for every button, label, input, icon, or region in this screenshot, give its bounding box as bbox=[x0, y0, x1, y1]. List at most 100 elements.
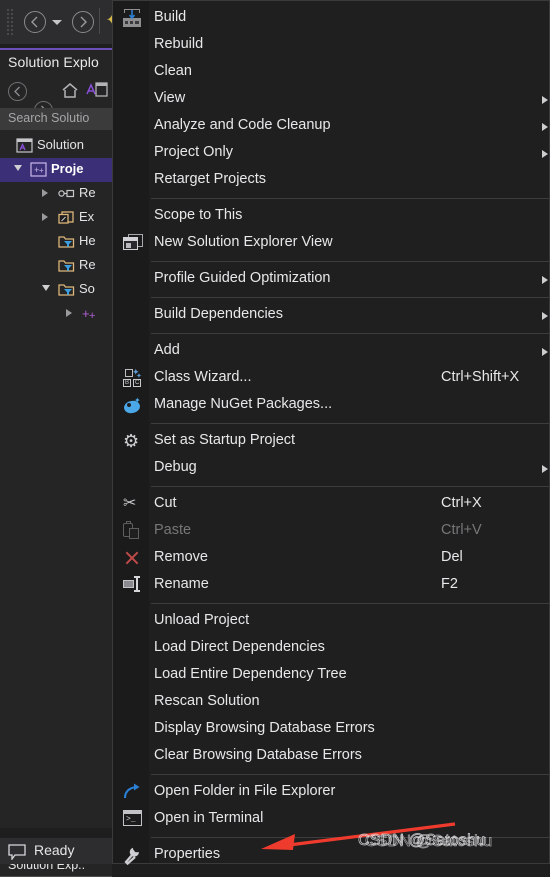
menu-item-label: Open in Terminal bbox=[154, 810, 264, 826]
menu-item-scope-to-this[interactable]: Scope to This bbox=[114, 203, 549, 230]
menu-item-open-folder-in-file-explorer[interactable]: Open Folder in File Explorer bbox=[114, 779, 549, 806]
menu-item-unload-project[interactable]: Unload Project bbox=[114, 608, 549, 635]
tree-item[interactable]: Re bbox=[0, 254, 112, 278]
menu-item-cut[interactable]: ✂ Cut Ctrl+X bbox=[114, 491, 549, 518]
menu-item-rescan-solution[interactable]: Rescan Solution bbox=[114, 689, 549, 716]
menu-item-load-direct-dependencies[interactable]: Load Direct Dependencies bbox=[114, 635, 549, 662]
tree-item[interactable]: Ex bbox=[0, 206, 112, 230]
menu-item-label: Build Dependencies bbox=[154, 306, 283, 322]
menu-item-label: Project Only bbox=[154, 144, 233, 160]
menu-item-label: Load Entire Dependency Tree bbox=[154, 666, 347, 682]
menu-item-clear-browsing-database-errors[interactable]: Clear Browsing Database Errors bbox=[114, 743, 549, 770]
tree-item[interactable]: He bbox=[0, 230, 112, 254]
menu-item-view[interactable]: View bbox=[114, 86, 549, 113]
search-placeholder-text: Search Solutio bbox=[8, 111, 90, 125]
menu-item-retarget-projects[interactable]: Retarget Projects bbox=[114, 167, 549, 194]
svg-text:+: + bbox=[89, 310, 95, 321]
menu-separator bbox=[151, 297, 549, 298]
chevron-right-icon[interactable] bbox=[42, 213, 48, 221]
menu-item-profile-guided-optimization[interactable]: Profile Guided Optimization bbox=[114, 266, 549, 293]
menu-item-shortcut: F2 bbox=[441, 576, 458, 592]
solution-explorer-panel: Solution Explo Search Solutio Solution +… bbox=[0, 48, 112, 877]
tree-item[interactable]: So bbox=[0, 278, 112, 302]
chevron-down-icon[interactable] bbox=[42, 285, 50, 291]
menu-separator bbox=[151, 774, 549, 775]
menu-item-label: Scope to This bbox=[154, 207, 243, 223]
menu-item-add[interactable]: Add bbox=[114, 338, 549, 365]
menu-item-display-browsing-database-errors[interactable]: Display Browsing Database Errors bbox=[114, 716, 549, 743]
menu-item-label: Remove bbox=[154, 549, 208, 565]
menu-item-icon-wrap bbox=[123, 576, 143, 596]
se-solution-view-button[interactable] bbox=[86, 82, 108, 104]
menu-item-class-wizard[interactable]: ✦ ✦ B C Class Wizard... Ctrl+Shift+X bbox=[114, 365, 549, 392]
toolbar-separator bbox=[99, 8, 100, 34]
submenu-chevron-right-icon bbox=[542, 96, 548, 104]
tree-item[interactable]: Re bbox=[0, 182, 112, 206]
menu-item-set-as-startup-project[interactable]: ⚙ Set as Startup Project bbox=[114, 428, 549, 455]
menu-item-icon-wrap: ⚙ bbox=[123, 432, 143, 452]
chevron-down-icon[interactable] bbox=[14, 165, 22, 171]
tree-item[interactable]: + + Proje bbox=[0, 158, 112, 182]
chevron-right-icon[interactable] bbox=[66, 309, 72, 317]
toolbar-drag-grip[interactable] bbox=[6, 8, 14, 36]
gear-icon: ⚙ bbox=[123, 431, 140, 451]
menu-item-icon-wrap: ✦ bbox=[122, 396, 143, 416]
solution-explorer-toolbar bbox=[0, 78, 112, 120]
menu-item-rename[interactable]: Rename F2 bbox=[114, 572, 549, 599]
menu-item-build[interactable]: Build bbox=[114, 5, 549, 32]
menu-item-project-only[interactable]: Project Only bbox=[114, 140, 549, 167]
menu-item-icon-wrap bbox=[123, 521, 143, 542]
cpp-file-icon: + + bbox=[82, 306, 95, 321]
chevron-right-icon[interactable] bbox=[42, 189, 48, 197]
submenu-chevron-right-icon bbox=[542, 276, 548, 284]
tree-item[interactable]: Solution bbox=[0, 134, 112, 158]
menu-item-analyze-and-code-cleanup[interactable]: Analyze and Code Cleanup bbox=[114, 113, 549, 140]
menu-item-label: Clean bbox=[154, 63, 192, 79]
menu-item-rebuild[interactable]: Rebuild bbox=[114, 32, 549, 59]
menu-item-load-entire-dependency-tree[interactable]: Load Entire Dependency Tree bbox=[114, 662, 549, 689]
menu-separator bbox=[151, 423, 549, 424]
menu-item-label: Cut bbox=[154, 495, 177, 511]
filter-folder-icon bbox=[58, 260, 75, 272]
navigate-backward-dropdown[interactable] bbox=[52, 20, 62, 25]
se-back-button[interactable] bbox=[8, 82, 27, 101]
menu-item-build-dependencies[interactable]: Build Dependencies bbox=[114, 302, 549, 329]
filter-folder-icon bbox=[58, 284, 75, 296]
menu-item-label: Properties bbox=[154, 846, 221, 862]
menu-item-icon-wrap: ✂ bbox=[123, 495, 143, 515]
window-icon bbox=[123, 234, 143, 251]
callout-icon bbox=[8, 844, 26, 860]
menu-item-label: Rescan Solution bbox=[154, 693, 260, 709]
navigate-backward-button[interactable] bbox=[24, 11, 46, 33]
menu-item-icon-wrap bbox=[123, 783, 143, 803]
menu-separator bbox=[151, 198, 549, 199]
menu-item-label: Retarget Projects bbox=[154, 171, 267, 187]
solution-tree: Solution + + Proje Re Ex He Re So + + bbox=[0, 134, 112, 326]
tree-item[interactable]: + + bbox=[0, 302, 112, 326]
submenu-chevron-right-icon bbox=[542, 312, 548, 320]
status-text: Ready bbox=[34, 842, 75, 858]
project-context-menu: Build Rebuild Clean View Analyze and Code Cl… bbox=[112, 0, 550, 866]
rename-icon bbox=[123, 576, 142, 592]
menu-item-clean[interactable]: Clean bbox=[114, 59, 549, 86]
menu-item-icon-wrap bbox=[123, 234, 143, 254]
menu-item-icon-wrap: >_ bbox=[123, 810, 143, 830]
paste-icon bbox=[123, 521, 140, 540]
menu-separator bbox=[151, 333, 549, 334]
menu-item-label: Load Direct Dependencies bbox=[154, 639, 325, 655]
search-solution-input[interactable]: Search Solutio bbox=[0, 108, 112, 130]
se-home-button[interactable] bbox=[60, 81, 80, 105]
navigate-forward-button[interactable] bbox=[72, 11, 94, 33]
menu-item-manage-nuget-packages[interactable]: ✦ Manage NuGet Packages... bbox=[114, 392, 549, 419]
menu-item-label: View bbox=[154, 90, 186, 106]
terminal-icon: >_ bbox=[123, 810, 142, 826]
build-icon bbox=[123, 9, 141, 27]
menu-item-open-in-terminal[interactable]: >_ Open in Terminal bbox=[114, 806, 549, 833]
menu-item-label: Rebuild bbox=[154, 36, 204, 52]
submenu-chevron-right-icon bbox=[542, 348, 548, 356]
menu-item-new-solution-explorer-view[interactable]: New Solution Explorer View bbox=[114, 230, 549, 257]
menu-item-remove[interactable]: Remove Del bbox=[114, 545, 549, 572]
menu-item-label: Rename bbox=[154, 576, 209, 592]
tree-item-label: Proje bbox=[51, 161, 84, 176]
menu-item-debug[interactable]: Debug bbox=[114, 455, 549, 482]
